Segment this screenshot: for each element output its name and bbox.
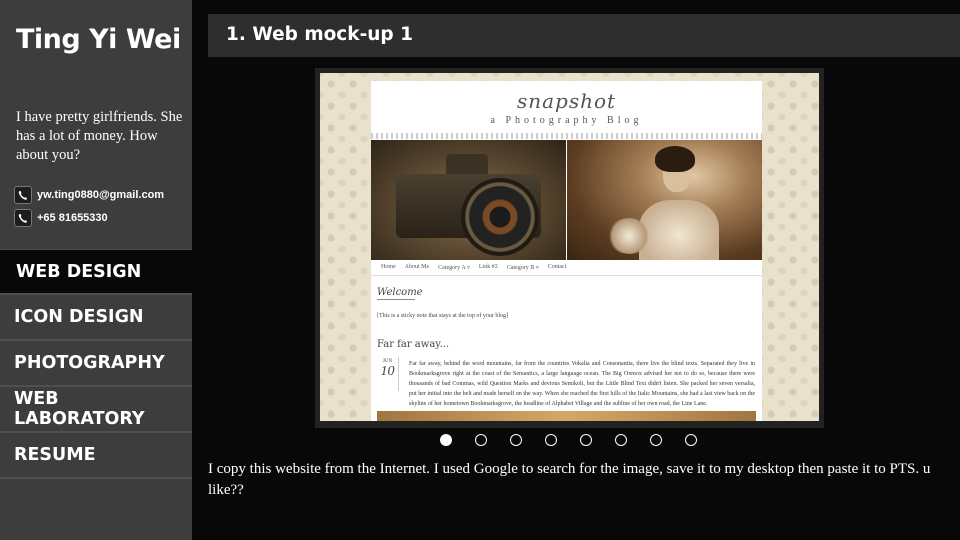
slider-dot-2[interactable] (475, 434, 487, 446)
bouquet (607, 218, 651, 254)
mockup-sticky-note: [This is a sticky note that stays at the… (377, 313, 508, 319)
camera-lens (461, 178, 539, 256)
welcome-underline (377, 299, 415, 300)
slider-dot-6[interactable] (615, 434, 627, 446)
mockup-nav-home: Home (381, 264, 396, 270)
bride-dress (639, 200, 719, 260)
email-text[interactable]: yw.ting0880@gmail.com (37, 189, 164, 201)
slider-dot-8[interactable] (685, 434, 697, 446)
nav-item-photography[interactable]: PHOTOGRAPHY (0, 341, 192, 387)
slider-dot-3[interactable] (510, 434, 522, 446)
mockup-divider (371, 133, 762, 139)
nav-item-icon-design[interactable]: ICON DESIGN (0, 295, 192, 341)
site-title: Ting Yi Wei (16, 24, 181, 55)
mockup-post-title: Far far away... (377, 339, 450, 350)
mockup-nav: Home About Me Category A ▿ Link #2 Categ… (381, 264, 566, 271)
mockup-post-image (377, 411, 756, 421)
nav-item-resume[interactable]: RESUME (0, 433, 192, 479)
envelope-icon (14, 186, 32, 204)
mockup-page: snapshot a Photography Blog Home About M… (371, 81, 762, 421)
slider-dot-7[interactable] (650, 434, 662, 446)
bio-text: I have pretty girlfriends. She has a lot… (16, 109, 183, 163)
mockup-nav-category-a: Category A ▿ (438, 265, 470, 271)
email-contact[interactable]: yw.ting0880@gmail.com (14, 186, 164, 204)
main-nav: WEB DESIGN ICON DESIGN PHOTOGRAPHY WEB L… (0, 249, 192, 479)
sidebar: Ting Yi Wei I have pretty girlfriends. S… (0, 0, 192, 540)
mockup-nav-link-2: Link #2 (478, 264, 498, 270)
bride-photo (567, 140, 762, 260)
mockup-post-date: JUN 10 (377, 357, 399, 391)
mockup-nav-category-b: Category B ▿ (506, 265, 539, 271)
bride-hair (655, 146, 695, 172)
section-header: 1. Web mock-up 1 (208, 14, 960, 57)
camera-photo (371, 140, 566, 260)
mockup-blog-title: snapshot (516, 89, 617, 113)
mockup-nav-contact: Contact (547, 264, 567, 270)
phone-contact[interactable]: +65 81655330 (14, 209, 108, 227)
mockup-post-body: Far far away, behind the word mountains,… (409, 361, 755, 407)
section-title: 1. Web mock-up 1 (226, 24, 413, 45)
slideshow[interactable]: snapshot a Photography Blog Home About M… (315, 68, 824, 428)
nav-item-web-laboratory[interactable]: WEB LABORATORY (0, 387, 192, 433)
phone-icon (14, 209, 32, 227)
slide-image: snapshot a Photography Blog Home About M… (320, 73, 819, 421)
slider-dot-1[interactable] (440, 434, 452, 446)
slide-caption: I copy this website from the Internet. I… (208, 461, 931, 498)
mockup-welcome: Welcome (377, 287, 423, 298)
mockup-nav-about: About Me (404, 264, 430, 270)
phone-text: +65 81655330 (37, 212, 108, 224)
nav-item-web-design[interactable]: WEB DESIGN (0, 249, 192, 295)
slider-pagination (440, 434, 697, 446)
post-day: 10 (380, 364, 395, 379)
slider-dot-5[interactable] (580, 434, 592, 446)
mockup-nav-divider (371, 275, 762, 276)
slider-dot-4[interactable] (545, 434, 557, 446)
mockup-blog-subtitle: a Photography Blog (490, 115, 643, 126)
